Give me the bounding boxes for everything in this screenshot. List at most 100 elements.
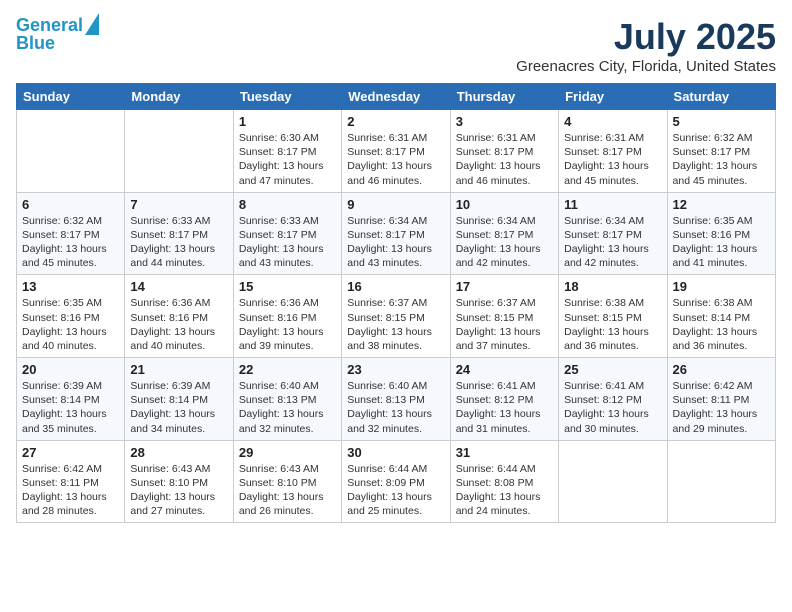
calendar-cell: 13 Sunrise: 6:35 AMSunset: 8:16 PMDayligh… [17,275,125,358]
calendar-week-row: 13 Sunrise: 6:35 AMSunset: 8:16 PMDayligh… [17,275,776,358]
calendar-cell: 28 Sunrise: 6:43 AMSunset: 8:10 PMDayligh… [125,440,233,523]
cell-content: Sunrise: 6:30 AMSunset: 8:17 PMDaylight:… [239,131,336,188]
calendar-cell: 3 Sunrise: 6:31 AMSunset: 8:17 PMDaylight… [450,110,558,193]
weekday-header: Tuesday [233,84,341,110]
cell-content: Sunrise: 6:35 AMSunset: 8:16 PMDaylight:… [22,296,119,353]
day-number: 21 [130,362,227,377]
calendar-week-row: 6 Sunrise: 6:32 AMSunset: 8:17 PMDaylight… [17,192,776,275]
cell-content: Sunrise: 6:34 AMSunset: 8:17 PMDaylight:… [456,214,553,271]
day-number: 22 [239,362,336,377]
calendar-table: SundayMondayTuesdayWednesdayThursdayFrid… [16,83,776,523]
calendar-cell: 25Sunrise: 6:41 AMSunset: 8:12 PMDayligh… [559,358,667,441]
day-number: 5 [673,114,770,129]
cell-content: Sunrise: 6:33 AMSunset: 8:17 PMDaylight:… [130,214,227,271]
day-number: 31 [456,445,553,460]
day-number: 10 [456,197,553,212]
weekday-header: Thursday [450,84,558,110]
day-number: 24 [456,362,553,377]
calendar-cell [559,440,667,523]
weekday-header: Saturday [667,84,775,110]
calendar-week-row: 1 Sunrise: 6:30 AMSunset: 8:17 PMDaylight… [17,110,776,193]
cell-content: Sunrise: 6:32 AMSunset: 8:17 PMDaylight:… [22,214,119,271]
cell-content: Sunrise: 6:43 AMSunset: 8:10 PMDaylight:… [239,462,336,519]
calendar-cell: 8Sunrise: 6:33 AMSunset: 8:17 PMDaylight… [233,192,341,275]
cell-content: Sunrise: 6:39 AMSunset: 8:14 PMDaylight:… [22,379,119,436]
day-number: 29 [239,445,336,460]
month-title: July 2025 [516,16,776,58]
day-number: 1 [239,114,336,129]
calendar-cell: 23Sunrise: 6:40 AMSunset: 8:13 PMDayligh… [342,358,450,441]
cell-content: Sunrise: 6:42 AMSunset: 8:11 PMDaylight:… [673,379,770,436]
day-number: 13 [22,279,119,294]
day-number: 18 [564,279,661,294]
cell-content: Sunrise: 6:44 AMSunset: 8:09 PMDaylight:… [347,462,444,519]
calendar-cell [125,110,233,193]
calendar-cell: 1 Sunrise: 6:30 AMSunset: 8:17 PMDaylight… [233,110,341,193]
calendar-cell: 15 Sunrise: 6:36 AMSunset: 8:16 PMDayligh… [233,275,341,358]
calendar-week-row: 27 Sunrise: 6:42 AMSunset: 8:11 PMDayligh… [17,440,776,523]
calendar-cell: 9 Sunrise: 6:34 AMSunset: 8:17 PMDaylight… [342,192,450,275]
cell-content: Sunrise: 6:43 AMSunset: 8:10 PMDaylight:… [130,462,227,519]
day-number: 2 [347,114,444,129]
day-number: 26 [673,362,770,377]
weekday-header: Wednesday [342,84,450,110]
calendar-week-row: 20 Sunrise: 6:39 AMSunset: 8:14 PMDayligh… [17,358,776,441]
calendar-cell: 24 Sunrise: 6:41 AMSunset: 8:12 PMDayligh… [450,358,558,441]
calendar-cell: 27 Sunrise: 6:42 AMSunset: 8:11 PMDayligh… [17,440,125,523]
day-number: 20 [22,362,119,377]
cell-content: Sunrise: 6:37 AMSunset: 8:15 PMDaylight:… [347,296,444,353]
cell-content: Sunrise: 6:41 AMSunset: 8:12 PMDaylight:… [456,379,553,436]
logo-blue: Blue [16,34,55,54]
calendar-cell: 11 Sunrise: 6:34 AMSunset: 8:17 PMDayligh… [559,192,667,275]
day-number: 17 [456,279,553,294]
day-number: 30 [347,445,444,460]
page-header: General Blue July 2025 Greenacres City, … [16,16,776,75]
day-number: 28 [130,445,227,460]
calendar-cell [17,110,125,193]
calendar-cell: 30 Sunrise: 6:44 AMSunset: 8:09 PMDayligh… [342,440,450,523]
location: Greenacres City, Florida, United States [516,58,776,75]
cell-content: Sunrise: 6:34 AMSunset: 8:17 PMDaylight:… [564,214,661,271]
title-block: July 2025 Greenacres City, Florida, Unit… [516,16,776,75]
calendar-cell: 20 Sunrise: 6:39 AMSunset: 8:14 PMDayligh… [17,358,125,441]
cell-content: Sunrise: 6:41 AMSunset: 8:12 PMDaylight:… [564,379,661,436]
cell-content: Sunrise: 6:37 AMSunset: 8:15 PMDaylight:… [456,296,553,353]
calendar-cell: 26 Sunrise: 6:42 AMSunset: 8:11 PMDayligh… [667,358,775,441]
weekday-header: Sunday [17,84,125,110]
cell-content: Sunrise: 6:31 AMSunset: 8:17 PMDaylight:… [456,131,553,188]
calendar-cell [667,440,775,523]
calendar-cell: 29 Sunrise: 6:43 AMSunset: 8:10 PMDayligh… [233,440,341,523]
calendar-cell: 5Sunrise: 6:32 AMSunset: 8:17 PMDaylight… [667,110,775,193]
cell-content: Sunrise: 6:38 AMSunset: 8:15 PMDaylight:… [564,296,661,353]
cell-content: Sunrise: 6:34 AMSunset: 8:17 PMDaylight:… [347,214,444,271]
cell-content: Sunrise: 6:35 AMSunset: 8:16 PMDaylight:… [673,214,770,271]
day-number: 7 [130,197,227,212]
calendar-cell: 10 Sunrise: 6:34 AMSunset: 8:17 PMDayligh… [450,192,558,275]
day-number: 12 [673,197,770,212]
calendar-cell: 6 Sunrise: 6:32 AMSunset: 8:17 PMDaylight… [17,192,125,275]
day-number: 11 [564,197,661,212]
calendar-cell: 18 Sunrise: 6:38 AMSunset: 8:15 PMDayligh… [559,275,667,358]
cell-content: Sunrise: 6:42 AMSunset: 8:11 PMDaylight:… [22,462,119,519]
cell-content: Sunrise: 6:40 AMSunset: 8:13 PMDaylight:… [347,379,444,436]
calendar-cell: 16Sunrise: 6:37 AMSunset: 8:15 PMDayligh… [342,275,450,358]
calendar-cell: 7 Sunrise: 6:33 AMSunset: 8:17 PMDaylight… [125,192,233,275]
day-number: 27 [22,445,119,460]
day-number: 9 [347,197,444,212]
weekday-header: Friday [559,84,667,110]
cell-content: Sunrise: 6:39 AMSunset: 8:14 PMDaylight:… [130,379,227,436]
calendar-cell: 17 Sunrise: 6:37 AMSunset: 8:15 PMDayligh… [450,275,558,358]
cell-content: Sunrise: 6:36 AMSunset: 8:16 PMDaylight:… [239,296,336,353]
calendar-cell: 4Sunrise: 6:31 AMSunset: 8:17 PMDaylight… [559,110,667,193]
day-number: 15 [239,279,336,294]
calendar-cell: 19 Sunrise: 6:38 AMSunset: 8:14 PMDayligh… [667,275,775,358]
calendar-header-row: SundayMondayTuesdayWednesdayThursdayFrid… [17,84,776,110]
cell-content: Sunrise: 6:31 AMSunset: 8:17 PMDaylight:… [564,131,661,188]
day-number: 8 [239,197,336,212]
cell-content: Sunrise: 6:38 AMSunset: 8:14 PMDaylight:… [673,296,770,353]
day-number: 19 [673,279,770,294]
day-number: 6 [22,197,119,212]
cell-content: Sunrise: 6:40 AMSunset: 8:13 PMDaylight:… [239,379,336,436]
day-number: 3 [456,114,553,129]
calendar-cell: 12 Sunrise: 6:35 AMSunset: 8:16 PMDayligh… [667,192,775,275]
